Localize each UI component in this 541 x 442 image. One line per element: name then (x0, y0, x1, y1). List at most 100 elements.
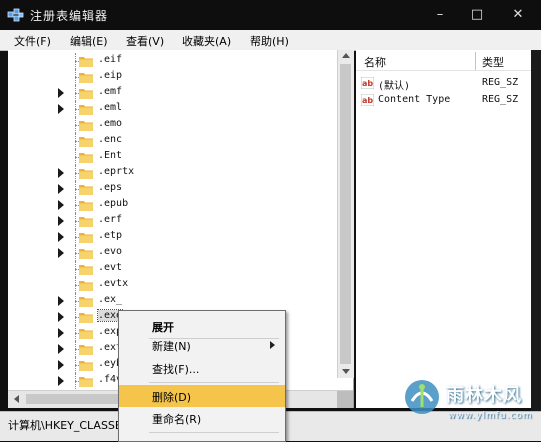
registry-editor-icon (7, 8, 24, 22)
folder-icon (79, 233, 93, 243)
menu-help[interactable]: 帮助(H) (250, 33, 289, 49)
tree-item[interactable]: .enc (8, 133, 338, 149)
context-menu-label: 展开 (152, 321, 174, 334)
column-header-type[interactable]: 类型 (482, 54, 504, 70)
menu-favorites[interactable]: 收藏夹(A) (182, 33, 231, 49)
context-menu-label: 查找(F)... (152, 363, 200, 376)
context-menu: 展开 新建(N) 查找(F)... 删除(D) 重命名(R) (118, 310, 286, 442)
context-menu-find[interactable]: 查找(F)... (119, 357, 285, 379)
list-item[interactable]: ab Content Type REG_SZ (356, 92, 531, 108)
title-bar: 注册表编辑器 – □ ✕ (0, 0, 541, 30)
status-path: 计算机\HKEY_CLASSE (8, 419, 122, 432)
tree-item-label: .epub (98, 198, 129, 209)
context-menu-label: 删除(D) (152, 391, 192, 404)
folder-icon (79, 73, 93, 83)
watermark-url: www.ylmfu.com (448, 411, 533, 421)
minimize-button[interactable]: – (425, 4, 455, 26)
expand-arrow-icon[interactable] (58, 104, 64, 114)
tree-item[interactable]: .etp (8, 229, 338, 245)
tree-item-label: .emo (98, 118, 123, 129)
tree-item-label: .emf (98, 86, 123, 97)
expand-arrow-icon[interactable] (58, 360, 64, 370)
maximize-button[interactable]: □ (462, 4, 492, 26)
expand-arrow-icon[interactable] (58, 328, 64, 338)
menu-view[interactable]: 查看(V) (126, 33, 164, 49)
column-divider[interactable] (475, 52, 476, 70)
folder-icon (79, 105, 93, 115)
svg-text:ab: ab (362, 96, 373, 105)
context-menu-delete[interactable]: 删除(D) (119, 385, 285, 407)
folder-icon (79, 265, 93, 275)
string-value-icon: ab (361, 94, 374, 106)
svg-text:ab: ab (362, 79, 373, 88)
tree-item-label: .evo (98, 246, 123, 257)
expand-arrow-icon[interactable] (58, 216, 64, 226)
expand-arrow-icon[interactable] (58, 248, 64, 258)
expand-arrow-icon[interactable] (58, 312, 64, 322)
folder-icon (79, 153, 93, 163)
folder-icon (79, 201, 93, 211)
registry-value-list[interactable]: 名称 类型 ab (默认) REG_SZ ab Content Type REG_SZ (356, 50, 531, 408)
expand-arrow-icon[interactable] (58, 88, 64, 98)
expand-arrow-icon[interactable] (58, 296, 64, 306)
tree-item[interactable]: .evo (8, 245, 338, 261)
value-name: (默认) (378, 81, 411, 92)
tree-item[interactable]: .eml (8, 101, 338, 117)
column-header-name[interactable]: 名称 (364, 54, 386, 70)
tree-item[interactable]: .emf (8, 85, 338, 101)
value-name: Content Type (378, 94, 451, 105)
context-menu-rename[interactable]: 重命名(R) (119, 407, 285, 429)
tree-item[interactable]: .Ent (8, 149, 338, 165)
context-menu-new[interactable]: 新建(N) (119, 334, 285, 356)
folder-icon (79, 217, 93, 227)
tree-item[interactable]: .evtx (8, 277, 338, 293)
tree-item[interactable]: .ex_ (8, 293, 338, 309)
value-type: REG_SZ (482, 94, 519, 105)
tree-item[interactable]: .evt (8, 261, 338, 277)
scroll-up-icon[interactable] (342, 53, 350, 58)
folder-icon (79, 121, 93, 131)
close-button[interactable]: ✕ (503, 4, 533, 26)
menu-edit[interactable]: 编辑(E) (70, 33, 108, 49)
folder-icon (79, 57, 93, 67)
folder-icon (79, 169, 93, 179)
folder-icon (79, 329, 93, 339)
list-header: 名称 类型 (356, 50, 531, 71)
context-menu-label: 新建(N) (152, 340, 191, 353)
value-type: REG_SZ (482, 77, 519, 88)
tree-item[interactable]: .eprtx (8, 165, 338, 181)
list-item[interactable]: ab (默认) REG_SZ (356, 75, 531, 92)
horizontal-scroll-thumb[interactable] (26, 394, 126, 404)
tree-item[interactable]: .emo (8, 117, 338, 133)
tree-item-label: .evt (98, 262, 123, 273)
expand-arrow-icon[interactable] (58, 344, 64, 354)
expand-arrow-icon[interactable] (58, 232, 64, 242)
tree-vertical-scrollbar[interactable] (337, 50, 354, 378)
folder-icon (79, 361, 93, 371)
tree-item[interactable]: .eps (8, 181, 338, 197)
expand-arrow-icon[interactable] (58, 184, 64, 194)
tree-item-label: .etp (98, 230, 123, 241)
scroll-left-icon[interactable] (14, 395, 19, 403)
tree-item-label: .ex_ (98, 294, 123, 305)
tree-item-label: .enc (98, 134, 123, 145)
tree-item[interactable]: .erf (8, 213, 338, 229)
scroll-thumb[interactable] (340, 64, 351, 364)
folder-icon (79, 313, 93, 323)
tree-item[interactable]: .eif (8, 53, 338, 69)
expand-arrow-icon[interactable] (58, 376, 64, 386)
context-menu-label: 重命名(R) (152, 413, 202, 426)
menu-file[interactable]: 文件(F) (14, 33, 51, 49)
tree-item-label: .Ent (98, 150, 123, 161)
expand-arrow-icon[interactable] (58, 200, 64, 210)
scroll-down-icon[interactable] (342, 369, 350, 374)
expand-arrow-icon[interactable] (58, 168, 64, 178)
tree-item[interactable]: .eip (8, 69, 338, 85)
tree-item[interactable]: .epub (8, 197, 338, 213)
tree-item-label: .erf (98, 214, 123, 225)
tree-item-label: .eif (98, 54, 123, 65)
string-value-icon: ab (361, 77, 374, 89)
folder-icon (79, 137, 93, 147)
tree-item-label: .eml (98, 102, 123, 113)
tree-item-label: .eip (98, 70, 123, 81)
